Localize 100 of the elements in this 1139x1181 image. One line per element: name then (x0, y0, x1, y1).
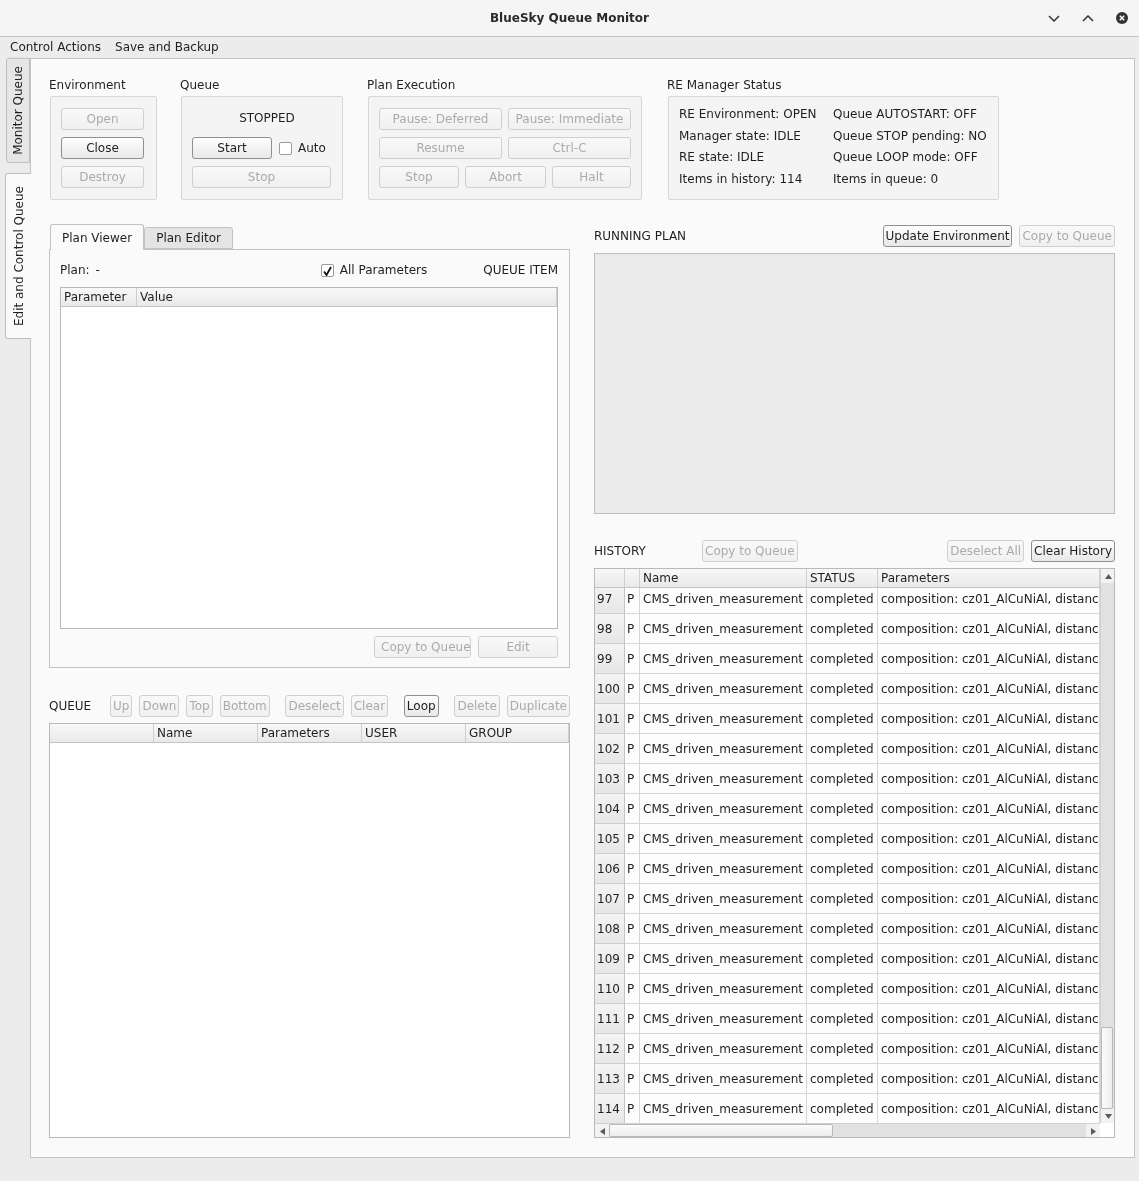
side-tab[interactable]: Edit and Control Queue (5, 172, 31, 339)
table-cell: P (625, 1004, 640, 1034)
column-header: Parameters (881, 571, 950, 585)
plan-tab[interactable]: Plan Viewer (50, 224, 145, 250)
table-cell: completed (807, 674, 878, 704)
menu-item[interactable]: Control Actions (3, 37, 109, 57)
section-title: RUNNING PLAN (594, 229, 687, 243)
row-header: 110 (595, 974, 625, 1004)
section-title: HISTORY (594, 544, 647, 558)
row-header: 99 (595, 644, 625, 674)
table-cell: completed (807, 854, 878, 884)
table-cell: composition: cz01_AlCuNiAl, distanc (878, 704, 1100, 734)
table-cell: CMS_driven_measurement (640, 884, 807, 914)
column-header: STATUS (810, 571, 856, 585)
table-cell: composition: cz01_AlCuNiAl, distanc (878, 944, 1100, 974)
table-cell: P (625, 974, 640, 1004)
table-cell: completed (807, 614, 878, 644)
checkbox-label: All Parameters (339, 263, 428, 278)
arrow-down-icon[interactable] (1104, 1113, 1112, 1119)
table-cell: CMS_driven_measurement (640, 824, 807, 854)
table-cell: CMS_driven_measurement (640, 1004, 807, 1034)
scrollbar-thumb[interactable] (1101, 1027, 1113, 1109)
status-text: Queue STOP pending: NO (833, 128, 988, 144)
arrow-right-icon[interactable] (1090, 1127, 1096, 1135)
status-text: Queue AUTOSTART: OFF (833, 107, 978, 123)
status-text: Queue LOOP mode: OFF (833, 150, 979, 166)
vertical-scrollbar[interactable] (1100, 569, 1114, 1123)
table-cell: composition: cz01_AlCuNiAl, distanc (878, 1094, 1100, 1123)
table-cell: completed (807, 794, 878, 824)
table-cell: P (625, 1064, 640, 1094)
chevron-up-icon[interactable] (1082, 14, 1094, 22)
table-cell: CMS_driven_measurement (640, 914, 807, 944)
table-cell: completed (807, 1034, 878, 1064)
table-cell: CMS_driven_measurement (640, 1034, 807, 1064)
checkbox[interactable] (279, 141, 292, 155)
row-header: 98 (595, 614, 625, 644)
chevron-down-icon[interactable] (1048, 14, 1060, 22)
row-header: 107 (595, 884, 625, 914)
side-tab[interactable]: Monitor Queue (6, 58, 30, 163)
status-text: Manager state: IDLE (679, 128, 802, 144)
table-cell: CMS_driven_measurement (640, 734, 807, 764)
table-cell: CMS_driven_measurement (640, 1094, 807, 1123)
menu-item[interactable]: Save and Backup (108, 37, 226, 57)
row-header: 109 (595, 944, 625, 974)
table-cell: composition: cz01_AlCuNiAl, distanc (878, 1034, 1100, 1064)
window-title: BlueSky Queue Monitor (489, 11, 649, 25)
plan-tab[interactable]: Plan Editor (144, 227, 233, 249)
checkbox-label: Auto (298, 140, 326, 156)
table-cell: composition: cz01_AlCuNiAl, distanc (878, 734, 1100, 764)
table-cell: P (625, 674, 640, 704)
start-button[interactable]: Start (192, 137, 272, 159)
table-cell: composition: cz01_AlCuNiAl, distanc (878, 644, 1100, 674)
table-cell: composition: cz01_AlCuNiAl, distanc (878, 764, 1100, 794)
row-header: 105 (595, 824, 625, 854)
history-button[interactable]: Clear History (1031, 540, 1115, 562)
table-cell: P (625, 794, 640, 824)
group-title: Plan Execution (367, 78, 456, 93)
arrow-up-icon[interactable] (1104, 573, 1112, 579)
row-header: 101 (595, 704, 625, 734)
table-cell: composition: cz01_AlCuNiAl, distanc (878, 1004, 1100, 1034)
group-title: RE Manager Status (667, 78, 782, 93)
column-header: Name (643, 571, 679, 585)
plan-name-text: - (95, 263, 100, 278)
table-cell: P (625, 944, 640, 974)
table-cell: P (625, 614, 640, 644)
queue-state-text: STOPPED (239, 111, 295, 126)
arrow-left-icon[interactable] (599, 1127, 605, 1135)
table-cell: completed (807, 914, 878, 944)
table-cell: completed (807, 644, 878, 674)
table-cell: composition: cz01_AlCuNiAl, distanc (878, 884, 1100, 914)
table-cell: composition: cz01_AlCuNiAl, distanc (878, 794, 1100, 824)
table-cell: P (625, 764, 640, 794)
section-title: QUEUE (49, 699, 93, 713)
table-cell: completed (807, 974, 878, 1004)
status-text: Items in queue: 0 (833, 172, 940, 188)
table-cell: completed (807, 884, 878, 914)
status-text: RE state: IDLE (679, 150, 766, 166)
table-cell: P (625, 588, 640, 614)
table-cell: completed (807, 764, 878, 794)
table-cell: CMS_driven_measurement (640, 674, 807, 704)
environment-button[interactable]: Close (61, 137, 144, 159)
row-header: 108 (595, 914, 625, 944)
scrollbar-thumb[interactable] (609, 1124, 834, 1137)
horizontal-scrollbar[interactable] (595, 1123, 1100, 1137)
row-header: 97 (595, 588, 625, 614)
group-title: Environment (49, 78, 126, 93)
running-plan-button[interactable]: Update Environment (882, 225, 1013, 247)
table-cell: composition: cz01_AlCuNiAl, distanc (878, 1064, 1100, 1094)
item-type-label: QUEUE ITEM (483, 263, 558, 278)
close-icon[interactable] (1116, 12, 1128, 24)
table-cell: CMS_driven_measurement (640, 644, 807, 674)
table-cell: P (625, 854, 640, 884)
table-cell: composition: cz01_AlCuNiAl, distanc (878, 588, 1100, 614)
queue-toolbar-button[interactable]: Loop (403, 695, 439, 717)
table-cell: CMS_driven_measurement (640, 764, 807, 794)
checkbox[interactable] (320, 264, 334, 277)
table-cell: completed (807, 1064, 878, 1094)
table-cell: CMS_driven_measurement (640, 944, 807, 974)
table-cell: completed (807, 824, 878, 854)
table-cell: P (625, 1094, 640, 1123)
